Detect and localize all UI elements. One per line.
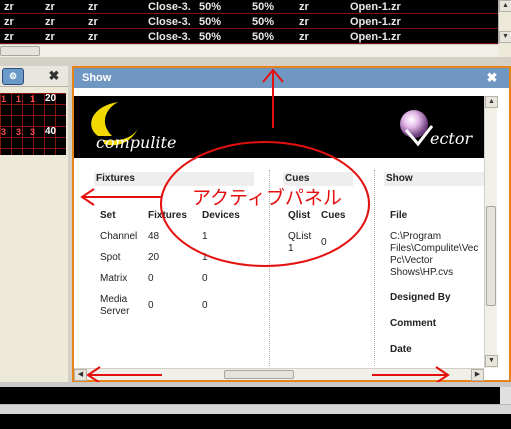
scroll-thumb[interactable] xyxy=(224,370,294,379)
grid-row-number: 20 xyxy=(45,93,57,104)
table-cell: 50% xyxy=(199,16,222,28)
table-cell: Close-3. xyxy=(148,1,191,13)
grid-cell: 3 xyxy=(30,127,36,137)
date-label: Date xyxy=(390,344,412,355)
col-devices: Devices xyxy=(202,210,240,221)
compulite-logo-text: compulite xyxy=(96,133,176,152)
table-cell: zr xyxy=(4,16,14,28)
application-window: zr zr zr Close-3. 50% 50% zr Open-1.zr zr zr zr Clo… xyxy=(0,0,511,429)
logo-banner: compulite ector xyxy=(74,96,484,158)
grid-cell: 1 xyxy=(16,94,22,104)
close-icon[interactable]: ✖ xyxy=(47,69,61,83)
left-panel-header: ⚙ ✖ xyxy=(0,66,68,87)
table-cell: zr xyxy=(299,1,309,13)
scroll-corner xyxy=(498,44,511,57)
command-line[interactable] xyxy=(0,387,500,404)
cue-table: zr zr zr Close-3. 50% 50% zr Open-1.zr zr zr zr Clo… xyxy=(0,0,498,44)
fixture-set[interactable]: Channel xyxy=(100,231,137,243)
annotation-label: アクティブパネル xyxy=(192,187,342,209)
table-cell: zr xyxy=(88,16,98,28)
col-set: Set xyxy=(100,210,116,221)
scroll-right-icon[interactable]: ▶ xyxy=(471,369,484,381)
scroll-left-icon[interactable]: ◀ xyxy=(74,369,87,381)
channel-grid[interactable]: 1 1 1 20 3 3 3 40 xyxy=(0,93,66,155)
table-cell: zr xyxy=(45,16,55,28)
cue-count: 0 xyxy=(321,237,327,248)
file-label: File xyxy=(390,210,408,221)
table-cell: Open-1.zr xyxy=(350,16,401,28)
table-cell: 50% xyxy=(199,31,222,43)
top-horizontal-scrollbar[interactable] xyxy=(0,44,498,57)
scroll-down-icon[interactable]: ▼ xyxy=(485,355,498,367)
table-cell: zr xyxy=(299,16,309,28)
fixture-set[interactable]: Spot xyxy=(100,252,121,264)
status-bar xyxy=(0,414,511,429)
table-cell: 50% xyxy=(252,1,275,13)
vector-logo-text: ector xyxy=(430,129,473,148)
table-cell: zr xyxy=(45,31,55,43)
grid-row-number: 40 xyxy=(45,126,57,137)
close-icon[interactable]: ✖ xyxy=(485,71,499,85)
table-cell: Close-3. xyxy=(148,16,191,28)
qlist-name[interactable]: QList 1 xyxy=(288,231,311,255)
scroll-down-icon[interactable]: ▼ xyxy=(499,31,511,43)
table-row[interactable]: zr zr zr Close-3. 50% 50% zr Open-1.zr xyxy=(0,0,498,14)
vector-logo-icon: ector xyxy=(400,110,473,148)
fixture-count: 0 xyxy=(148,300,154,311)
grid-cell: 3 xyxy=(16,127,22,137)
fixture-count: 48 xyxy=(148,231,160,242)
panel-title: Show xyxy=(82,72,112,84)
grid-cell: 3 xyxy=(1,127,7,137)
fixture-set[interactable]: Matrix xyxy=(100,273,127,285)
col-fixtures: Fixtures xyxy=(148,210,187,221)
device-count: 1 xyxy=(202,231,208,242)
scroll-thumb[interactable] xyxy=(486,206,496,306)
grid-cell: 1 xyxy=(1,94,7,104)
horizontal-scrollbar[interactable]: ◀ ▶ xyxy=(74,368,484,381)
designed-by-label: Designed By xyxy=(390,292,451,303)
scroll-up-icon[interactable]: ▲ xyxy=(485,96,498,108)
command-line-edge xyxy=(500,387,511,404)
device-count: 0 xyxy=(202,273,208,284)
fixture-set[interactable]: Media Server xyxy=(100,294,129,318)
table-row[interactable]: zr zr zr Close-3. 50% 50% zr Open-1.zr xyxy=(0,30,498,44)
device-count: 0 xyxy=(202,300,208,311)
grid-cell: 1 xyxy=(30,94,36,104)
show-header: Show xyxy=(384,172,484,186)
vertical-scrollbar[interactable]: ▲ ▼ xyxy=(484,96,498,368)
fixture-count: 0 xyxy=(148,273,154,284)
table-cell: zr xyxy=(88,1,98,13)
table-cell: 50% xyxy=(199,1,222,13)
table-cell: Open-1.zr xyxy=(350,1,401,13)
table-cell: 50% xyxy=(252,31,275,43)
show-panel-title-bar[interactable]: Show ✖ xyxy=(74,68,509,88)
fixture-count: 20 xyxy=(148,252,160,263)
comment-label: Comment xyxy=(390,318,437,329)
status-separator xyxy=(0,404,511,414)
scroll-up-icon[interactable]: ▲ xyxy=(499,0,511,12)
table-cell: 50% xyxy=(252,16,275,28)
column-divider xyxy=(374,170,375,366)
table-cell: Open-1.zr xyxy=(350,31,401,43)
table-cell: Close-3. xyxy=(148,31,191,43)
scroll-thumb[interactable] xyxy=(0,46,40,56)
col-qlist: Qlist xyxy=(288,210,311,221)
table-cell: zr xyxy=(88,31,98,43)
table-cell: zr xyxy=(4,1,14,13)
splitter[interactable] xyxy=(0,57,511,66)
show-panel: Show ✖ compulite ector Fixtures Set Fixt… xyxy=(72,66,511,382)
gear-icon[interactable]: ⚙ xyxy=(2,68,24,85)
table-cell: zr xyxy=(4,31,14,43)
table-cell: zr xyxy=(299,31,309,43)
file-path: C:\Program Files\Compulite\Vec Pc\Vector… xyxy=(390,231,479,278)
device-count: 1 xyxy=(202,252,208,263)
table-cell: zr xyxy=(45,1,55,13)
table-row[interactable]: zr zr zr Close-3. 50% 50% zr Open-1.zr xyxy=(0,15,498,29)
left-panel: ⚙ ✖ 1 1 1 20 3 3 3 40 xyxy=(0,66,68,382)
col-cues: Cues xyxy=(321,210,346,221)
top-vertical-scrollbar[interactable]: ▲ ▼ xyxy=(498,0,511,44)
